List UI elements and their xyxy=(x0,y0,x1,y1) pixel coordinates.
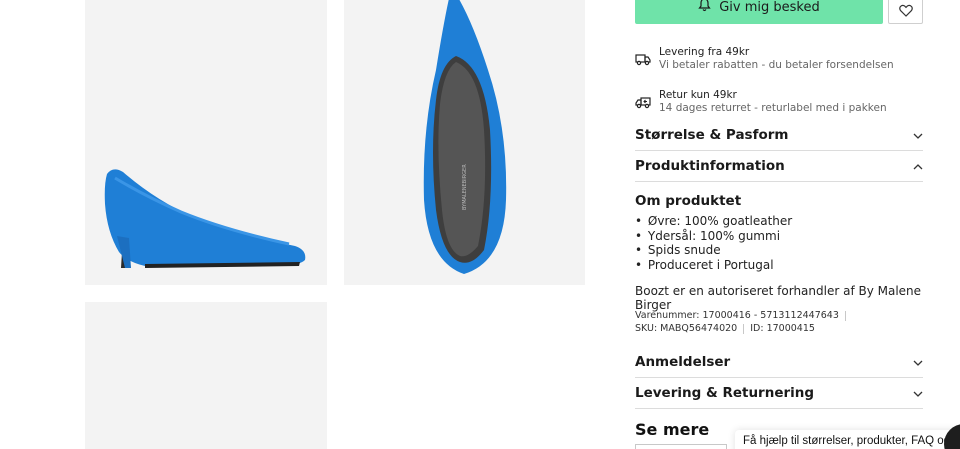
return-truck-icon xyxy=(635,94,651,110)
accordion-delivery-returns[interactable]: Levering & Returnering xyxy=(635,378,923,409)
accordion-size-fit[interactable]: Størrelse & Pasform xyxy=(635,120,923,151)
wishlist-button[interactable] xyxy=(888,0,923,24)
accordion-product-information[interactable]: Produktinformation xyxy=(635,151,923,182)
sku-id-line: SKU: MABQ56474020 ID: 17000415 xyxy=(635,323,815,334)
accordion-product-information-label: Produktinformation xyxy=(635,158,785,174)
heart-icon xyxy=(898,2,913,21)
divider xyxy=(844,310,846,321)
notify-me-label: Giv mig besked xyxy=(719,0,820,15)
chat-prompt[interactable]: Få hjælp til størrelser, produkter, FAQ … xyxy=(735,430,960,449)
truck-icon xyxy=(635,51,651,67)
about-product-title: Om produktet xyxy=(635,193,742,209)
divider xyxy=(743,323,745,334)
accordion-delivery-returns-label: Levering & Returnering xyxy=(635,385,815,401)
sku: SKU: MABQ56474020 xyxy=(635,323,738,334)
notify-me-button[interactable]: Giv mig besked xyxy=(635,0,883,24)
return-title: Retur kun 49kr xyxy=(659,89,737,101)
delivery-subtitle: Vi betaler rabatten - du betaler forsend… xyxy=(659,59,894,71)
list-item: Ydersål: 100% gummi xyxy=(635,229,792,244)
about-product-list: Øvre: 100% goatleather Ydersål: 100% gum… xyxy=(635,214,792,272)
authorized-dealer-text: Boozt er en autoriseret forhandler af By… xyxy=(635,284,922,312)
list-item: Spids snude xyxy=(635,243,792,258)
see-more-item[interactable] xyxy=(635,444,727,449)
see-more-heading: Se mere xyxy=(635,420,710,439)
return-subtitle: 14 dages returret - returlabel med i pak… xyxy=(659,102,887,114)
item-number: Varenummer: 17000416 - 5713112447643 xyxy=(635,310,839,321)
product-image-top[interactable]: BYMALENEBIRGER xyxy=(344,0,585,285)
accordion-reviews[interactable]: Anmeldelser xyxy=(635,347,923,378)
shoe-top-view: BYMALENEBIRGER xyxy=(423,0,507,274)
accordion-reviews-label: Anmeldelser xyxy=(635,354,731,370)
item-number-line: Varenummer: 17000416 - 5713112447643 xyxy=(635,310,852,321)
chevron-down-icon xyxy=(913,385,923,401)
bell-icon xyxy=(698,0,711,16)
shoe-side-view xyxy=(104,169,306,268)
delivery-title: Levering fra 49kr xyxy=(659,46,750,58)
chevron-up-icon xyxy=(913,158,923,174)
list-item: Produceret i Portugal xyxy=(635,258,792,273)
chat-launcher-button[interactable] xyxy=(944,424,960,449)
svg-text:BYMALENEBIRGER: BYMALENEBIRGER xyxy=(462,164,468,210)
product-id: ID: 17000415 xyxy=(750,323,815,334)
chevron-down-icon xyxy=(913,127,923,143)
product-image-side[interactable] xyxy=(85,0,327,285)
chevron-down-icon xyxy=(913,354,923,370)
list-item: Øvre: 100% goatleather xyxy=(635,214,792,229)
product-image-3[interactable] xyxy=(85,302,327,449)
delivery-info: Levering fra 49kr Vi betaler rabatten - … xyxy=(635,46,894,72)
accordion-size-fit-label: Størrelse & Pasform xyxy=(635,127,789,143)
return-info: Retur kun 49kr 14 dages returret - retur… xyxy=(635,89,887,115)
